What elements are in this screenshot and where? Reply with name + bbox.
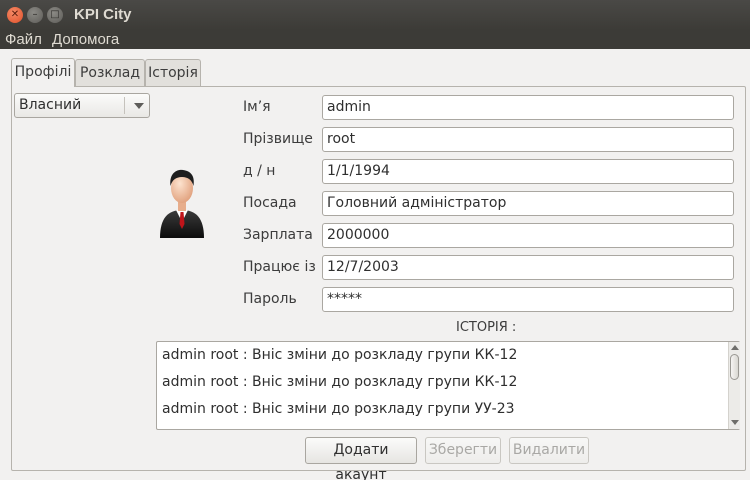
employed-since-label: Працює із (243, 259, 316, 275)
history-title: ІСТОРІЯ : (456, 320, 517, 335)
window-title: KPI City (74, 6, 132, 23)
password-field[interactable]: ***** (322, 287, 734, 312)
delete-button[interactable]: Видалити (509, 437, 589, 464)
menu-bar: Файл Допомога (0, 30, 750, 49)
save-button[interactable]: Зберегти (425, 437, 501, 464)
maximize-icon: □ (50, 9, 60, 20)
salary-label: Зарплата (243, 227, 313, 243)
select-divider (124, 97, 125, 114)
profile-type-value: Власний (19, 97, 82, 113)
scroll-down-arrow-icon[interactable] (731, 420, 739, 425)
history-item[interactable]: admin root : Вніс зміни до розкладу груп… (162, 347, 517, 363)
history-list[interactable]: admin root : Вніс зміни до розкладу груп… (156, 341, 740, 430)
minimize-icon: – (32, 9, 38, 20)
employed-since-field[interactable]: 12/7/2003 (322, 255, 734, 280)
position-label: Посада (243, 195, 297, 211)
tab-history[interactable]: Історія (145, 59, 201, 86)
tab-profiles[interactable]: Профілі (11, 58, 75, 87)
birth-date-field[interactable]: 1/1/1994 (322, 159, 734, 184)
title-bar: ✕ – □ KPI City (0, 0, 750, 30)
history-scrollbar[interactable] (728, 342, 740, 429)
tab-schedule[interactable]: Розклад (75, 59, 145, 86)
close-icon: ✕ (10, 9, 20, 20)
salary-field[interactable]: 2000000 (322, 223, 734, 248)
first-name-label: Ім’я (243, 99, 271, 115)
history-item[interactable]: admin root : Вніс зміни до розкладу груп… (162, 374, 517, 390)
birth-date-label: д / н (243, 163, 276, 179)
add-account-button[interactable]: Додати акаунт (305, 437, 417, 480)
profile-type-select[interactable]: Власний (14, 93, 150, 118)
menu-help[interactable]: Допомога (52, 30, 119, 49)
close-window-button[interactable]: ✕ (7, 7, 23, 23)
minimize-window-button[interactable]: – (27, 7, 43, 23)
last-name-label: Прізвище (243, 131, 313, 147)
last-name-field[interactable]: root (322, 127, 734, 152)
scroll-up-arrow-icon[interactable] (731, 345, 739, 350)
menu-file[interactable]: Файл (5, 30, 42, 49)
password-label: Пароль (243, 291, 297, 307)
first-name-field[interactable]: admin (322, 95, 734, 120)
maximize-window-button[interactable]: □ (47, 7, 63, 23)
user-avatar-icon (160, 169, 204, 238)
chevron-down-icon (134, 103, 144, 109)
history-item[interactable]: admin root : Вніс зміни до розкладу груп… (162, 401, 515, 417)
scroll-thumb[interactable] (730, 354, 739, 380)
position-field[interactable]: Головний адміністратор (322, 191, 734, 216)
